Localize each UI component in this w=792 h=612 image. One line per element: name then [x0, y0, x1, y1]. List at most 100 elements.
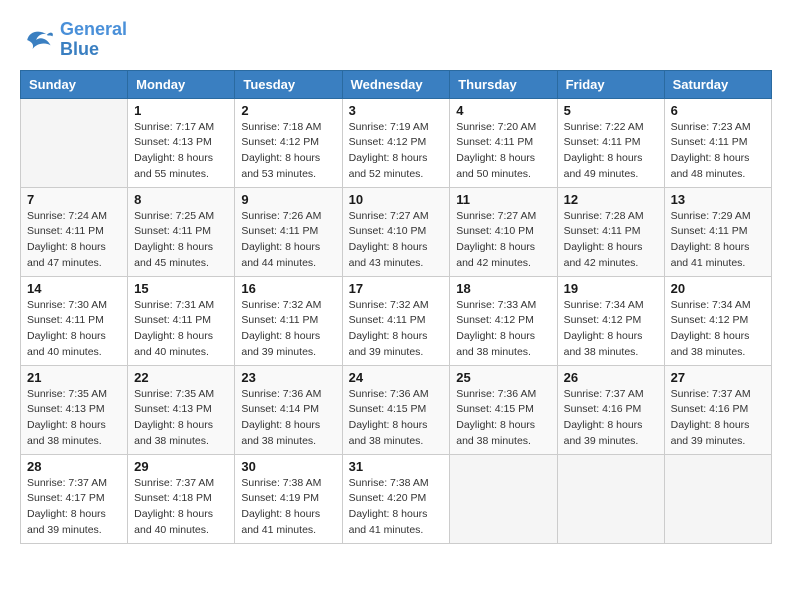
calendar-week-3: 14 Sunrise: 7:30 AM Sunset: 4:11 PM Dayli… [21, 276, 772, 365]
day-info: Sunrise: 7:25 AM Sunset: 4:11 PM Dayligh… [134, 209, 228, 272]
day-number: 15 [134, 281, 228, 296]
day-number: 24 [349, 370, 444, 385]
day-number: 12 [564, 192, 658, 207]
day-info: Sunrise: 7:34 AM Sunset: 4:12 PM Dayligh… [564, 298, 658, 361]
day-info: Sunrise: 7:34 AM Sunset: 4:12 PM Dayligh… [671, 298, 765, 361]
day-info: Sunrise: 7:37 AM Sunset: 4:17 PM Dayligh… [27, 476, 121, 539]
logo: General Blue [20, 20, 127, 60]
calendar-cell: 10 Sunrise: 7:27 AM Sunset: 4:10 PM Dayli… [342, 187, 450, 276]
day-number: 3 [349, 103, 444, 118]
day-number: 19 [564, 281, 658, 296]
calendar-cell [450, 454, 557, 543]
day-info: Sunrise: 7:32 AM Sunset: 4:11 PM Dayligh… [241, 298, 335, 361]
day-info: Sunrise: 7:32 AM Sunset: 4:11 PM Dayligh… [349, 298, 444, 361]
calendar-cell: 16 Sunrise: 7:32 AM Sunset: 4:11 PM Dayli… [235, 276, 342, 365]
calendar-cell: 20 Sunrise: 7:34 AM Sunset: 4:12 PM Dayli… [664, 276, 771, 365]
day-info: Sunrise: 7:38 AM Sunset: 4:20 PM Dayligh… [349, 476, 444, 539]
day-info: Sunrise: 7:36 AM Sunset: 4:15 PM Dayligh… [456, 387, 550, 450]
day-number: 7 [27, 192, 121, 207]
calendar-cell: 25 Sunrise: 7:36 AM Sunset: 4:15 PM Dayli… [450, 365, 557, 454]
day-number: 2 [241, 103, 335, 118]
logo-icon [20, 22, 56, 58]
calendar-cell: 21 Sunrise: 7:35 AM Sunset: 4:13 PM Dayli… [21, 365, 128, 454]
calendar-week-4: 21 Sunrise: 7:35 AM Sunset: 4:13 PM Dayli… [21, 365, 772, 454]
day-info: Sunrise: 7:18 AM Sunset: 4:12 PM Dayligh… [241, 120, 335, 183]
day-number: 28 [27, 459, 121, 474]
column-header-tuesday: Tuesday [235, 70, 342, 98]
day-info: Sunrise: 7:24 AM Sunset: 4:11 PM Dayligh… [27, 209, 121, 272]
day-info: Sunrise: 7:35 AM Sunset: 4:13 PM Dayligh… [134, 387, 228, 450]
day-number: 31 [349, 459, 444, 474]
day-info: Sunrise: 7:17 AM Sunset: 4:13 PM Dayligh… [134, 120, 228, 183]
day-info: Sunrise: 7:37 AM Sunset: 4:16 PM Dayligh… [671, 387, 765, 450]
calendar-cell: 31 Sunrise: 7:38 AM Sunset: 4:20 PM Dayli… [342, 454, 450, 543]
day-number: 1 [134, 103, 228, 118]
calendar-cell: 22 Sunrise: 7:35 AM Sunset: 4:13 PM Dayli… [128, 365, 235, 454]
day-info: Sunrise: 7:27 AM Sunset: 4:10 PM Dayligh… [349, 209, 444, 272]
day-number: 29 [134, 459, 228, 474]
calendar-cell: 24 Sunrise: 7:36 AM Sunset: 4:15 PM Dayli… [342, 365, 450, 454]
calendar-cell: 28 Sunrise: 7:37 AM Sunset: 4:17 PM Dayli… [21, 454, 128, 543]
day-number: 27 [671, 370, 765, 385]
day-info: Sunrise: 7:27 AM Sunset: 4:10 PM Dayligh… [456, 209, 550, 272]
calendar-cell: 6 Sunrise: 7:23 AM Sunset: 4:11 PM Daylig… [664, 98, 771, 187]
column-header-saturday: Saturday [664, 70, 771, 98]
calendar-cell: 12 Sunrise: 7:28 AM Sunset: 4:11 PM Dayli… [557, 187, 664, 276]
calendar-cell: 3 Sunrise: 7:19 AM Sunset: 4:12 PM Daylig… [342, 98, 450, 187]
day-number: 6 [671, 103, 765, 118]
column-header-sunday: Sunday [21, 70, 128, 98]
day-number: 30 [241, 459, 335, 474]
day-number: 26 [564, 370, 658, 385]
day-info: Sunrise: 7:30 AM Sunset: 4:11 PM Dayligh… [27, 298, 121, 361]
day-info: Sunrise: 7:33 AM Sunset: 4:12 PM Dayligh… [456, 298, 550, 361]
day-info: Sunrise: 7:37 AM Sunset: 4:16 PM Dayligh… [564, 387, 658, 450]
column-header-friday: Friday [557, 70, 664, 98]
day-number: 16 [241, 281, 335, 296]
day-info: Sunrise: 7:20 AM Sunset: 4:11 PM Dayligh… [456, 120, 550, 183]
calendar-cell: 27 Sunrise: 7:37 AM Sunset: 4:16 PM Dayli… [664, 365, 771, 454]
day-info: Sunrise: 7:29 AM Sunset: 4:11 PM Dayligh… [671, 209, 765, 272]
calendar-cell: 14 Sunrise: 7:30 AM Sunset: 4:11 PM Dayli… [21, 276, 128, 365]
day-info: Sunrise: 7:19 AM Sunset: 4:12 PM Dayligh… [349, 120, 444, 183]
day-info: Sunrise: 7:23 AM Sunset: 4:11 PM Dayligh… [671, 120, 765, 183]
day-number: 20 [671, 281, 765, 296]
day-info: Sunrise: 7:31 AM Sunset: 4:11 PM Dayligh… [134, 298, 228, 361]
day-number: 13 [671, 192, 765, 207]
calendar-cell: 18Sunrise: 7:33 AM Sunset: 4:12 PM Dayli… [450, 276, 557, 365]
day-number: 21 [27, 370, 121, 385]
calendar-cell: 8Sunrise: 7:25 AM Sunset: 4:11 PM Daylig… [128, 187, 235, 276]
day-number: 14 [27, 281, 121, 296]
calendar-cell: 11 Sunrise: 7:27 AM Sunset: 4:10 PM Dayli… [450, 187, 557, 276]
column-header-monday: Monday [128, 70, 235, 98]
day-number: 10 [349, 192, 444, 207]
calendar-week-2: 7 Sunrise: 7:24 AM Sunset: 4:11 PM Daylig… [21, 187, 772, 276]
day-number: 22 [134, 370, 228, 385]
day-info: Sunrise: 7:35 AM Sunset: 4:13 PM Dayligh… [27, 387, 121, 450]
calendar-cell [21, 98, 128, 187]
day-info: Sunrise: 7:28 AM Sunset: 4:11 PM Dayligh… [564, 209, 658, 272]
calendar-cell: 4 Sunrise: 7:20 AM Sunset: 4:11 PM Daylig… [450, 98, 557, 187]
day-number: 5 [564, 103, 658, 118]
calendar-cell: 7 Sunrise: 7:24 AM Sunset: 4:11 PM Daylig… [21, 187, 128, 276]
day-info: Sunrise: 7:36 AM Sunset: 4:14 PM Dayligh… [241, 387, 335, 450]
day-info: Sunrise: 7:26 AM Sunset: 4:11 PM Dayligh… [241, 209, 335, 272]
day-number: 25 [456, 370, 550, 385]
day-info: Sunrise: 7:38 AM Sunset: 4:19 PM Dayligh… [241, 476, 335, 539]
calendar-cell: 1 Sunrise: 7:17 AM Sunset: 4:13 PM Daylig… [128, 98, 235, 187]
calendar-table: SundayMondayTuesdayWednesdayThursdayFrid… [20, 70, 772, 544]
logo-text: General Blue [60, 20, 127, 60]
day-info: Sunrise: 7:22 AM Sunset: 4:11 PM Dayligh… [564, 120, 658, 183]
calendar-week-1: 1 Sunrise: 7:17 AM Sunset: 4:13 PM Daylig… [21, 98, 772, 187]
day-number: 4 [456, 103, 550, 118]
calendar-cell: 15 Sunrise: 7:31 AM Sunset: 4:11 PM Dayli… [128, 276, 235, 365]
day-number: 11 [456, 192, 550, 207]
calendar-cell: 30 Sunrise: 7:38 AM Sunset: 4:19 PM Dayli… [235, 454, 342, 543]
calendar-cell: 23Sunrise: 7:36 AM Sunset: 4:14 PM Dayli… [235, 365, 342, 454]
calendar-week-5: 28 Sunrise: 7:37 AM Sunset: 4:17 PM Dayli… [21, 454, 772, 543]
day-number: 9 [241, 192, 335, 207]
column-header-wednesday: Wednesday [342, 70, 450, 98]
column-header-thursday: Thursday [450, 70, 557, 98]
calendar-cell: 17Sunrise: 7:32 AM Sunset: 4:11 PM Dayli… [342, 276, 450, 365]
calendar-cell: 2 Sunrise: 7:18 AM Sunset: 4:12 PM Daylig… [235, 98, 342, 187]
day-info: Sunrise: 7:36 AM Sunset: 4:15 PM Dayligh… [349, 387, 444, 450]
